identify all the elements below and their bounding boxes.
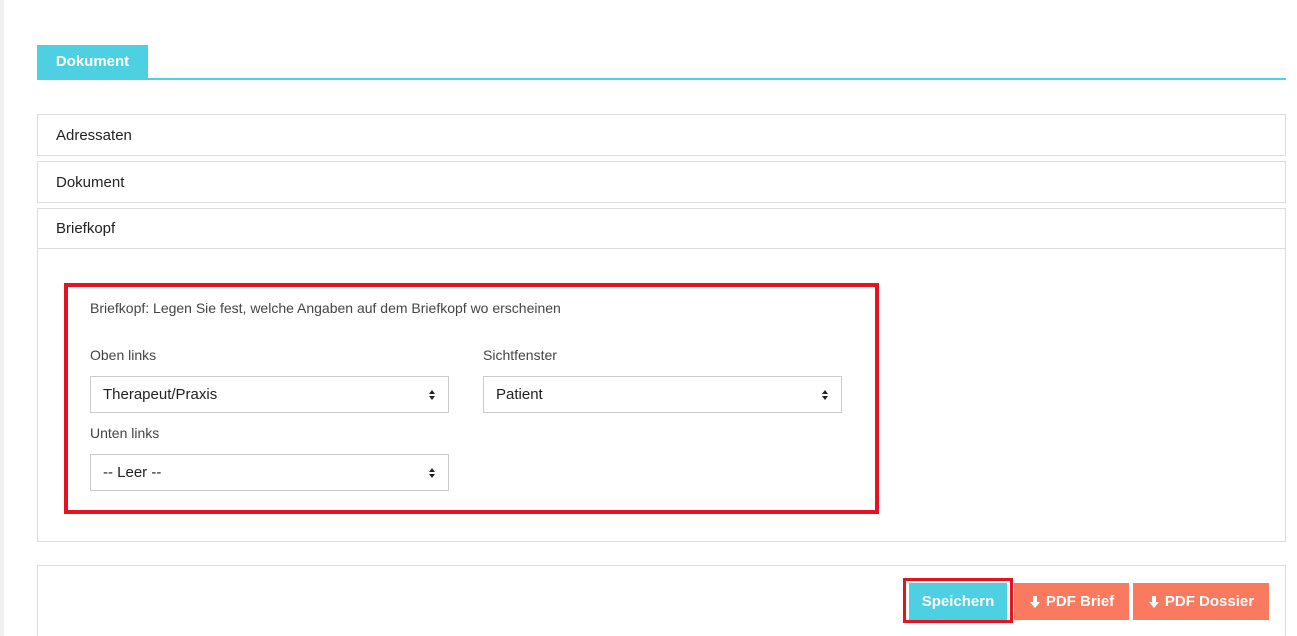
arrow-down-icon [1148, 595, 1159, 608]
pdf-brief-button[interactable]: PDF Brief [1014, 583, 1129, 620]
unten-links-select[interactable]: -- Leer -- [90, 454, 449, 491]
section-dokument: Dokument [37, 161, 1286, 203]
section-header-adressaten[interactable]: Adressaten [38, 115, 1285, 155]
sichtfenster-select[interactable]: Patient [483, 376, 842, 413]
sichtfenster-label: Sichtfenster [483, 347, 557, 363]
briefkopf-highlight-box: Briefkopf: Legen Sie fest, welche Angabe… [64, 283, 879, 514]
oben-links-label: Oben links [90, 347, 157, 363]
section-header-dokument[interactable]: Dokument [38, 162, 1285, 202]
section-header-briefkopf[interactable]: Briefkopf [38, 209, 1285, 249]
sort-arrows-icon [429, 468, 435, 478]
action-footer: Speichern PDF Brief PDF Dossier [37, 565, 1286, 636]
left-edge [0, 0, 4, 636]
pdf-dossier-label: PDF Dossier [1164, 593, 1255, 610]
oben-links-select[interactable]: Therapeut/Praxis [90, 376, 449, 413]
tab-bar: Dokument [37, 45, 1286, 80]
unten-links-label: Unten links [90, 425, 160, 441]
pdf-dossier-button[interactable]: PDF Dossier [1133, 583, 1269, 620]
sichtfenster-value: Patient [496, 386, 543, 403]
save-button-highlight: Speichern [903, 578, 1013, 623]
section-briefkopf: Briefkopf Briefkopf: Legen Sie fest, wel… [37, 208, 1286, 542]
sort-arrows-icon [822, 390, 828, 400]
section-adressaten: Adressaten [37, 114, 1286, 156]
pdf-brief-label: PDF Brief [1045, 593, 1115, 610]
arrow-down-icon [1029, 595, 1040, 608]
briefkopf-description: Briefkopf: Legen Sie fest, welche Angabe… [90, 300, 561, 316]
tab-dokument[interactable]: Dokument [37, 45, 148, 78]
unten-links-value: -- Leer -- [103, 464, 162, 481]
save-button[interactable]: Speichern [909, 583, 1007, 620]
oben-links-value: Therapeut/Praxis [103, 386, 218, 403]
sort-arrows-icon [429, 390, 435, 400]
